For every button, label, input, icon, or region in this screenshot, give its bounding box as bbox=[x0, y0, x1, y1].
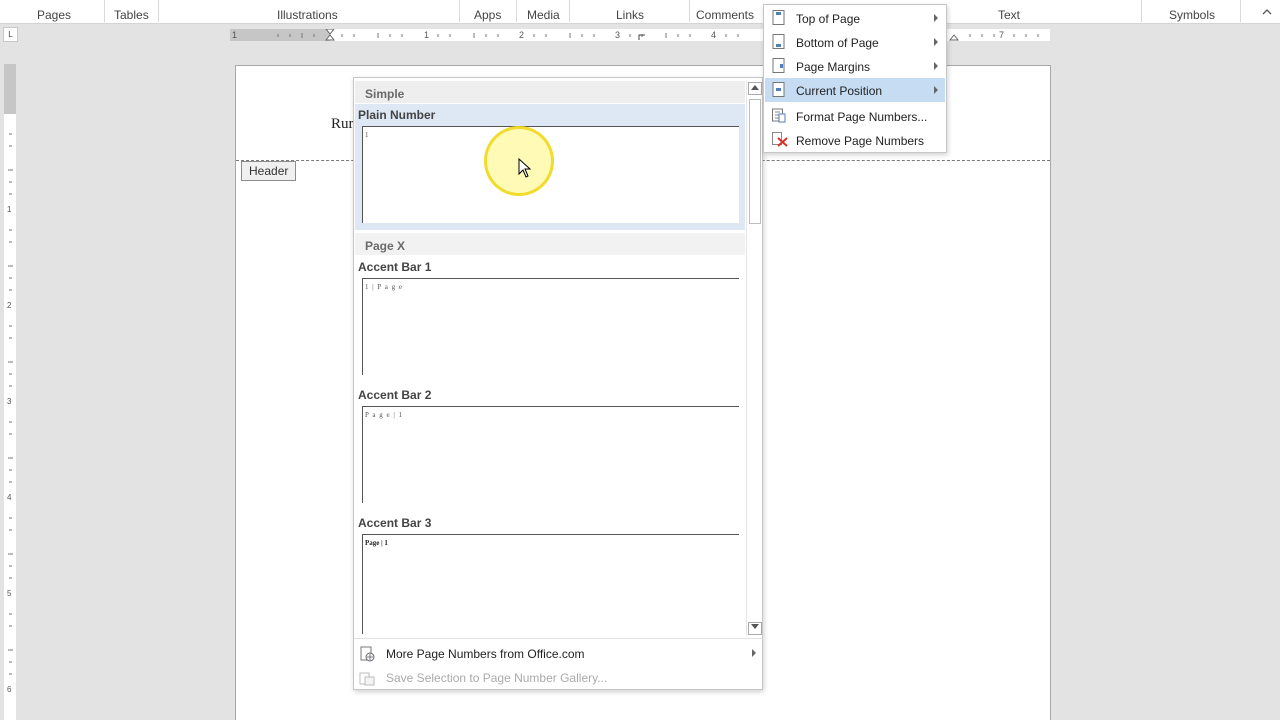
gallery-category-simple: Simple bbox=[355, 81, 745, 103]
gallery-item-accent-bar-3[interactable]: Accent Bar 3 Page | 1 bbox=[355, 512, 745, 636]
page-number-gallery: Simple Plain Number 1 Page X Accent Bar … bbox=[353, 77, 763, 690]
preview-page-number: Page | 1 bbox=[365, 539, 388, 547]
ruler-number: 4 bbox=[7, 493, 12, 502]
ribbon-group-symbols: Symbols bbox=[1169, 8, 1216, 22]
right-indent-marker bbox=[948, 34, 960, 41]
gallery-scrollbar[interactable] bbox=[746, 81, 762, 636]
ruler-number: 2 bbox=[7, 301, 12, 310]
document-text[interactable]: Rur bbox=[331, 116, 354, 133]
page-number-menu: Top of Page Bottom of Page Page Margins … bbox=[763, 4, 947, 153]
ruler-number: 1 bbox=[232, 30, 237, 40]
more-page-numbers-item[interactable]: More Page Numbers from Office.com bbox=[359, 643, 759, 665]
ribbon-separator bbox=[1141, 0, 1142, 22]
page-margins-icon bbox=[772, 58, 786, 73]
current-position-icon bbox=[772, 82, 786, 97]
ribbon-group-illustrations: Illustrations bbox=[277, 8, 338, 22]
ruler-number: 5 bbox=[7, 589, 12, 598]
menu-item-label: Top of Page bbox=[796, 12, 861, 26]
office-page-numbers-icon bbox=[359, 646, 375, 662]
ribbon-group-media: Media bbox=[527, 8, 560, 22]
vertical-ruler[interactable]: 1 2 3 4 5 6 bbox=[4, 64, 16, 720]
scroll-up-arrow-icon[interactable] bbox=[748, 82, 762, 95]
ribbon-group-comments: Comments bbox=[696, 8, 755, 22]
gallery-item-title: Accent Bar 3 bbox=[358, 516, 432, 530]
menu-item-label: Remove Page Numbers bbox=[796, 134, 925, 148]
ruler-number: 4 bbox=[711, 30, 716, 40]
gallery-item-preview: 1 | P a g e bbox=[362, 278, 739, 375]
submenu-arrow-icon bbox=[934, 86, 938, 94]
ribbon-separator bbox=[158, 0, 159, 22]
menu-item-remove-page-numbers[interactable]: Remove Page Numbers bbox=[765, 128, 945, 152]
ruler-number: 6 bbox=[7, 685, 12, 694]
submenu-arrow-icon bbox=[934, 14, 938, 22]
ribbon-separator bbox=[569, 0, 570, 22]
menu-item-format-page-numbers[interactable]: Format Page Numbers... bbox=[765, 104, 945, 128]
preview-page-number: 1 | P a g e bbox=[365, 283, 403, 291]
ruler-number: 2 bbox=[519, 30, 524, 40]
ribbon-group-tables: Tables bbox=[114, 8, 149, 22]
ribbon-separator bbox=[689, 0, 690, 22]
menu-item-current-position[interactable]: Current Position bbox=[765, 78, 945, 102]
gallery-item-title: Accent Bar 1 bbox=[358, 260, 432, 274]
gallery-item-preview: Page | 1 bbox=[362, 534, 739, 634]
scroll-down-arrow-icon[interactable] bbox=[748, 622, 762, 635]
gallery-item-title: Accent Bar 2 bbox=[358, 388, 432, 402]
ruler-ticks: 1 2 3 4 5 6 bbox=[7, 133, 13, 694]
ribbon-separator bbox=[1240, 0, 1241, 22]
remove-icon bbox=[772, 132, 788, 147]
ribbon-separator bbox=[104, 0, 105, 22]
chevron-up-icon[interactable] bbox=[1262, 5, 1272, 19]
ribbon-group-apps: Apps bbox=[474, 8, 502, 22]
gallery-item-title: Plain Number bbox=[358, 108, 436, 122]
save-to-gallery-item: Save Selection to Page Number Gallery... bbox=[359, 667, 759, 689]
page-top-icon bbox=[772, 10, 786, 25]
hanging-indent-marker bbox=[324, 34, 336, 41]
submenu-arrow-icon bbox=[934, 38, 938, 46]
ribbon-separator bbox=[459, 0, 460, 22]
scroll-thumb[interactable] bbox=[749, 99, 761, 224]
gallery-footer: More Page Numbers from Office.com Save S… bbox=[354, 638, 762, 689]
menu-item-page-margins[interactable]: Page Margins bbox=[765, 54, 945, 78]
save-to-gallery-label: Save Selection to Page Number Gallery... bbox=[386, 671, 608, 685]
gallery-category-page-x: Page X bbox=[355, 233, 745, 255]
page-bottom-icon bbox=[772, 34, 786, 49]
ruler-number: 1 bbox=[7, 205, 12, 214]
gallery-item-accent-bar-2[interactable]: Accent Bar 2 P a g e | 1 bbox=[355, 384, 745, 508]
menu-item-top-of-page[interactable]: Top of Page bbox=[765, 6, 945, 30]
ruler-number: 3 bbox=[615, 30, 620, 40]
menu-item-label: Current Position bbox=[796, 84, 883, 98]
ribbon-separator bbox=[516, 0, 517, 22]
ruler-number: 7 bbox=[999, 30, 1004, 40]
ribbon-group-pages: Pages bbox=[37, 8, 72, 22]
menu-item-label: Page Margins bbox=[796, 60, 871, 74]
preview-page-number: 1 bbox=[365, 131, 370, 139]
gallery-item-accent-bar-1[interactable]: Accent Bar 1 1 | P a g e bbox=[355, 256, 745, 380]
ruler-number: 3 bbox=[7, 397, 12, 406]
ribbon-group-text: Text bbox=[998, 8, 1021, 22]
menu-item-bottom-of-page[interactable]: Bottom of Page bbox=[765, 30, 945, 54]
submenu-arrow-icon bbox=[752, 649, 756, 657]
format-page-numbers-icon bbox=[772, 108, 786, 123]
submenu-arrow-icon bbox=[934, 62, 938, 70]
gallery-item-preview: P a g e | 1 bbox=[362, 406, 739, 503]
save-to-gallery-icon bbox=[359, 670, 375, 686]
ribbon-group-labels: Pages Tables Illustrations Apps Media Li… bbox=[0, 0, 1280, 24]
tab-selector-button[interactable]: L bbox=[3, 27, 18, 42]
mouse-pointer-icon bbox=[518, 158, 532, 178]
ruler-number: 1 bbox=[424, 30, 429, 40]
menu-item-label: Format Page Numbers... bbox=[796, 110, 928, 124]
first-line-indent-marker bbox=[325, 29, 335, 35]
header-tag: Header bbox=[241, 161, 297, 181]
preview-page-number: P a g e | 1 bbox=[365, 411, 403, 419]
menu-item-label: Bottom of Page bbox=[796, 36, 879, 50]
ribbon-group-links: Links bbox=[616, 8, 645, 22]
more-page-numbers-label: More Page Numbers from Office.com bbox=[386, 647, 585, 661]
